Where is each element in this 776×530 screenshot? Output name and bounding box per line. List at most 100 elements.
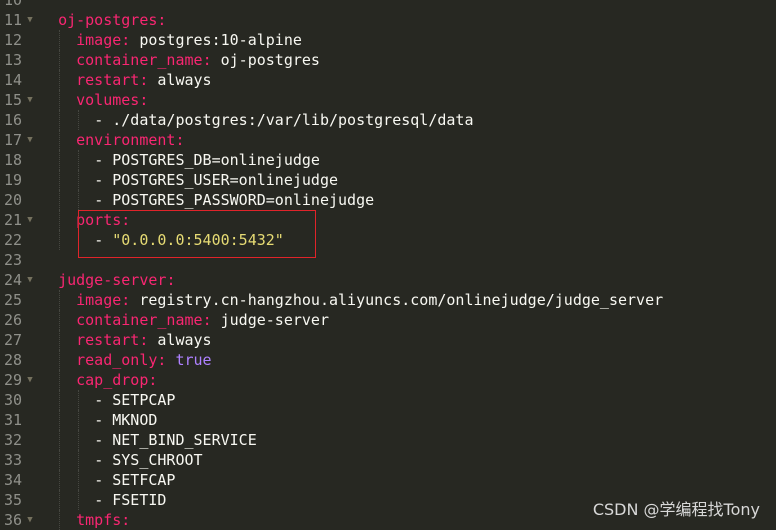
code-text: container_name: oj-postgres: [76, 51, 320, 69]
code-text: - SYS_CHROOT: [94, 451, 203, 469]
line-number: 28: [3, 351, 22, 369]
yaml-list-item: POSTGRES_PASSWORD=onlinejudge: [112, 191, 375, 209]
line-number: 19: [3, 171, 22, 189]
yaml-key: judge-server: [58, 271, 167, 289]
line-number: 21: [3, 211, 22, 229]
code-line[interactable]: 11 ▼ oj-postgres:: [0, 10, 776, 30]
line-number: 23: [3, 251, 22, 269]
line-number: 14: [3, 71, 22, 89]
code-text: judge-server:: [58, 271, 176, 289]
line-number: 15: [3, 91, 22, 109]
code-text: image: registry.cn-hangzhou.aliyuncs.com…: [76, 291, 664, 309]
code-line[interactable]: 15 ▼ volumes:: [0, 90, 776, 110]
code-line[interactable]: 22 - "0.0.0.0:5400:5432": [0, 230, 776, 250]
line-number: 24: [3, 271, 22, 289]
code-text: - POSTGRES_USER=onlinejudge: [94, 171, 339, 189]
code-line[interactable]: 19 - POSTGRES_USER=onlinejudge: [0, 170, 776, 190]
code-text: container_name: judge-server: [76, 311, 329, 329]
line-number: 11: [3, 11, 22, 29]
code-line[interactable]: 25 image: registry.cn-hangzhou.aliyuncs.…: [0, 290, 776, 310]
yaml-list-item: SYS_CHROOT: [112, 451, 203, 469]
code-text: ports:: [76, 211, 131, 229]
line-number: 17: [3, 131, 22, 149]
fold-chevron-icon[interactable]: ▼: [25, 210, 35, 230]
line-number: 10: [3, 0, 22, 9]
yaml-key: environment: [76, 131, 176, 149]
yaml-value: true: [175, 351, 212, 369]
yaml-list-item: SETPCAP: [112, 391, 176, 409]
code-line[interactable]: 12 image: postgres:10-alpine: [0, 30, 776, 50]
code-line[interactable]: 32 - NET_BIND_SERVICE: [0, 430, 776, 450]
fold-chevron-icon[interactable]: ▼: [25, 510, 35, 530]
code-line[interactable]: 18 - POSTGRES_DB=onlinejudge: [0, 150, 776, 170]
line-number: 16: [3, 111, 22, 129]
yaml-list-item: ./data/postgres:/var/lib/postgresql/data: [112, 111, 474, 129]
line-number: 36: [3, 511, 22, 529]
yaml-key: oj-postgres: [58, 11, 158, 29]
code-line[interactable]: 21 ▼ ports:: [0, 210, 776, 230]
code-line[interactable]: 31 - MKNOD: [0, 410, 776, 430]
code-line[interactable]: 14 restart: always: [0, 70, 776, 90]
yaml-key: read_only: [76, 351, 158, 369]
code-line[interactable]: 10: [0, 0, 776, 10]
yaml-list-item: SETFCAP: [112, 471, 176, 489]
yaml-value: judge-server: [220, 311, 329, 329]
line-number: 34: [3, 471, 22, 489]
code-line[interactable]: 26 container_name: judge-server: [0, 310, 776, 330]
code-line[interactable]: 28 read_only: true: [0, 350, 776, 370]
line-number: 20: [3, 191, 22, 209]
code-text: - POSTGRES_PASSWORD=onlinejudge: [94, 191, 375, 209]
code-text: - FSETID: [94, 491, 167, 509]
yaml-list-item: MKNOD: [112, 411, 158, 429]
line-number: 25: [3, 291, 22, 309]
fold-chevron-icon[interactable]: ▼: [25, 90, 35, 110]
code-text: - SETFCAP: [94, 471, 176, 489]
code-line[interactable]: 13 container_name: oj-postgres: [0, 50, 776, 70]
line-number: 27: [3, 331, 22, 349]
yaml-key: cap_drop: [76, 371, 149, 389]
yaml-key: image: [76, 291, 122, 309]
code-line[interactable]: 20 - POSTGRES_PASSWORD=onlinejudge: [0, 190, 776, 210]
code-line[interactable]: 29 ▼ cap_drop:: [0, 370, 776, 390]
yaml-list-item: FSETID: [112, 491, 167, 509]
code-line[interactable]: 34 - SETFCAP: [0, 470, 776, 490]
yaml-key: restart: [76, 71, 140, 89]
code-text: cap_drop:: [76, 371, 158, 389]
yaml-key: container_name: [76, 51, 203, 69]
line-number: 35: [3, 491, 22, 509]
code-line[interactable]: 33 - SYS_CHROOT: [0, 450, 776, 470]
line-number: 33: [3, 451, 22, 469]
code-text: - MKNOD: [94, 411, 158, 429]
code-line[interactable]: 17 ▼ environment:: [0, 130, 776, 150]
line-number: 32: [3, 431, 22, 449]
line-number: 29: [3, 371, 22, 389]
code-text: - SETPCAP: [94, 391, 176, 409]
code-line[interactable]: 23: [0, 250, 776, 270]
code-line[interactable]: 16 - ./data/postgres:/var/lib/postgresql…: [0, 110, 776, 130]
watermark-text: CSDN @学编程找Tony: [592, 500, 760, 519]
yaml-list-item: NET_BIND_SERVICE: [112, 431, 257, 449]
yaml-key: volumes: [76, 91, 140, 109]
fold-chevron-icon[interactable]: ▼: [25, 370, 35, 390]
code-line[interactable]: 24 ▼ judge-server:: [0, 270, 776, 290]
yaml-value: postgres:10-alpine: [139, 31, 302, 49]
yaml-value: oj-postgres: [220, 51, 320, 69]
line-number: 30: [3, 391, 22, 409]
line-number: 18: [3, 151, 22, 169]
code-text: restart: always: [76, 331, 212, 349]
yaml-key: container_name: [76, 311, 203, 329]
line-number: 22: [3, 231, 22, 249]
fold-chevron-icon[interactable]: ▼: [25, 10, 35, 30]
line-number: 26: [3, 311, 22, 329]
code-line[interactable]: 30 - SETPCAP: [0, 390, 776, 410]
code-text: - POSTGRES_DB=onlinejudge: [94, 151, 320, 169]
code-line[interactable]: 27 restart: always: [0, 330, 776, 350]
yaml-key: tmpfs: [76, 511, 122, 529]
code-editor[interactable]: 10 11 ▼ oj-postgres: 12 image: postgres:10-…: [0, 0, 776, 530]
line-number: 13: [3, 51, 22, 69]
yaml-value: always: [157, 71, 212, 89]
fold-chevron-icon[interactable]: ▼: [25, 130, 35, 150]
fold-chevron-icon[interactable]: ▼: [25, 270, 35, 290]
code-text: restart: always: [76, 71, 212, 89]
yaml-value: always: [157, 331, 212, 349]
